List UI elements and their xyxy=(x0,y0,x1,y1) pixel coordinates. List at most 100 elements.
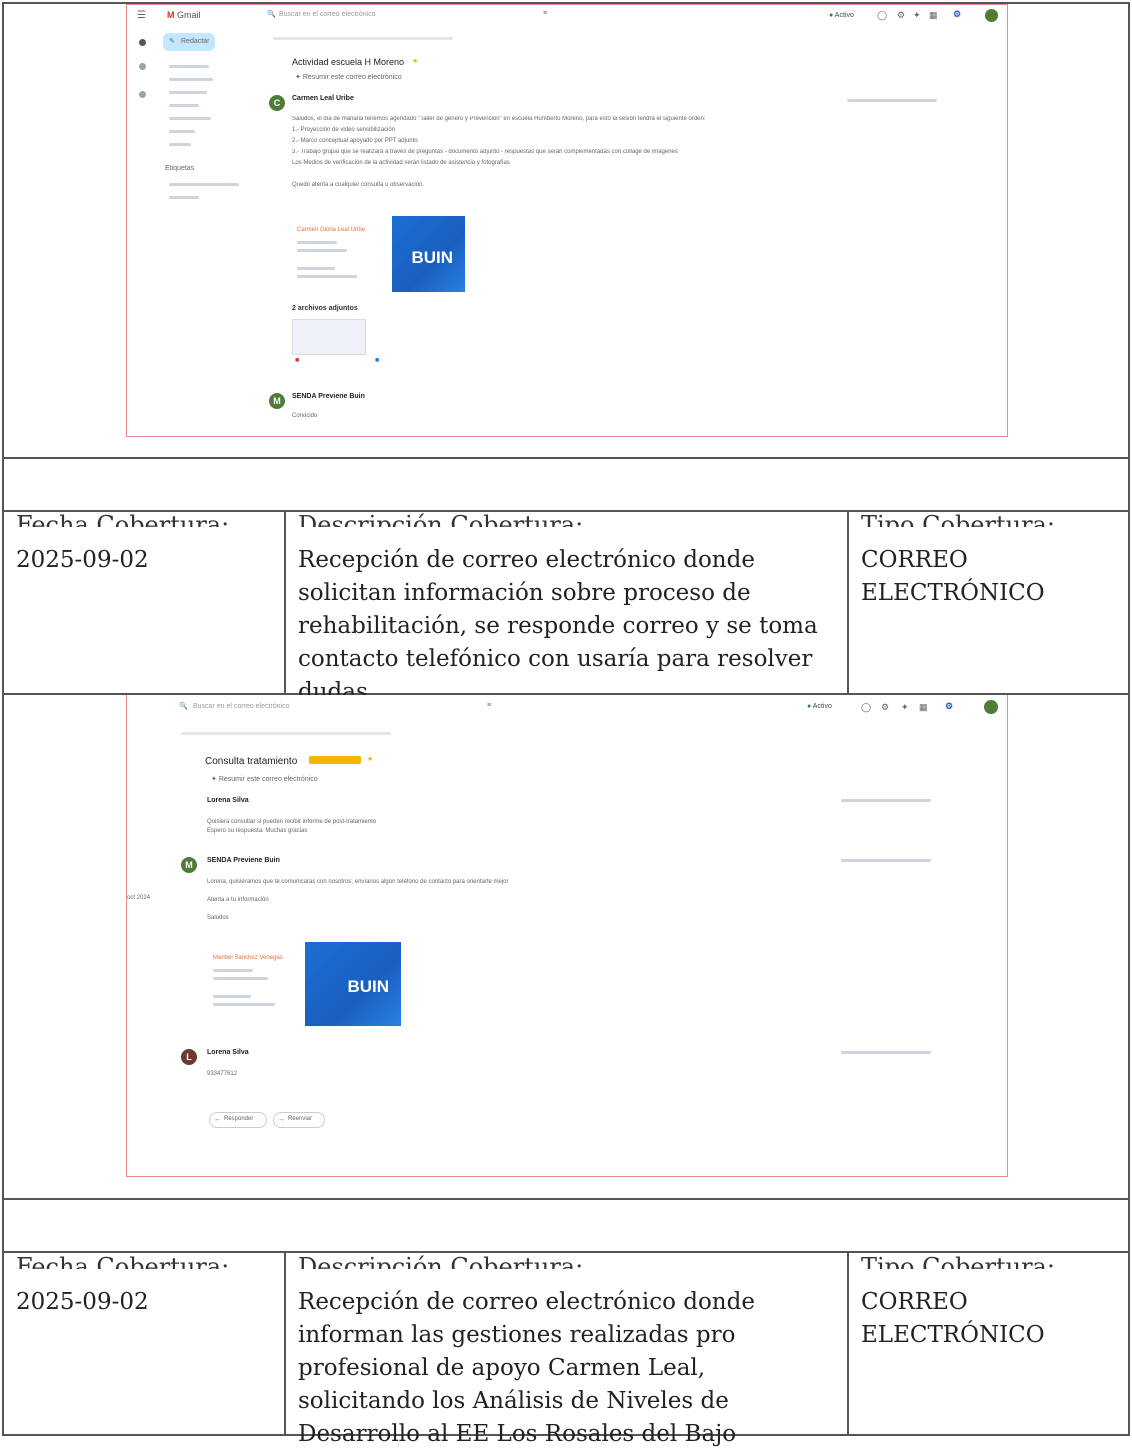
sidebar-item[interactable] xyxy=(169,78,213,81)
filter-icon[interactable]: ≡ xyxy=(543,10,547,17)
descripcion-label: Descripción Cobertura: xyxy=(298,513,584,527)
email-body-line: 1.- Proyección de video sensibilización xyxy=(292,127,396,133)
mail-rail-icon[interactable] xyxy=(139,39,146,46)
apps-icon[interactable]: ▦ xyxy=(919,702,928,713)
signature-name: Carmen Gloria Leal Uribe xyxy=(297,227,366,233)
gmail-logo: M Gmail xyxy=(167,10,201,20)
email-body-line: Espero su respuesta. Muchas gracias xyxy=(207,828,308,834)
meet-rail-icon[interactable] xyxy=(139,91,146,98)
search-input[interactable]: Buscar en el correo electrónico xyxy=(279,11,539,18)
message-date xyxy=(847,99,937,102)
sparkle-icon[interactable]: ✦ xyxy=(901,702,909,713)
buin-logo: BUIN xyxy=(305,942,401,1026)
sidebar-item[interactable] xyxy=(169,104,199,107)
reply-button[interactable]: ← Responder xyxy=(209,1112,267,1128)
sender-avatar: C xyxy=(269,95,285,111)
email-body-line: Saludos, el día de mañana tenemos agenda… xyxy=(292,116,706,122)
email-body-line: Lorena, quisiéramos que te comunicaras c… xyxy=(207,879,509,885)
sender-name: Carmen Leal Uribe xyxy=(292,95,354,102)
document-page: ☰ M Gmail 🔍 Buscar en el correo electrón… xyxy=(0,0,1132,1447)
settings-icon[interactable]: ⚙ xyxy=(881,702,889,713)
apps-icon[interactable]: ▦ xyxy=(929,10,938,21)
sender-avatar: M xyxy=(269,393,285,409)
reply-label: Responder xyxy=(224,1116,254,1122)
labels-heading: Etiquetas xyxy=(165,165,195,172)
table-col-divider xyxy=(284,1251,286,1434)
table-border-right xyxy=(1128,2,1130,1435)
fecha-value: 2025-09-02 xyxy=(16,1289,149,1315)
star-icon[interactable]: ★ xyxy=(367,755,373,763)
email-subject: Consulta tratamiento xyxy=(205,756,298,767)
message-date xyxy=(841,799,931,802)
status-active[interactable]: ● Activo xyxy=(807,703,832,710)
sidebar-item[interactable] xyxy=(169,91,207,94)
email-screenshot-1: ☰ M Gmail 🔍 Buscar en el correo electrón… xyxy=(126,4,1008,437)
email-screenshot-2: 🔍 Buscar en el correo electrónico ≡ ● Ac… xyxy=(126,695,1008,1177)
label-chip[interactable] xyxy=(309,756,361,764)
email-body-line: Atenta a tu información xyxy=(207,897,269,903)
compose-button[interactable]: ✎ Redactar xyxy=(163,33,215,51)
signature-name: Maribel Sanchez Venegas xyxy=(213,955,283,961)
table-col-divider xyxy=(847,1251,849,1434)
fecha-label: Fecha Cobertura: xyxy=(16,513,230,527)
email-signature: Maribel Sanchez Venegas xyxy=(207,943,297,1023)
table-line xyxy=(2,457,1130,459)
filter-icon[interactable]: ≡ xyxy=(487,702,491,709)
table-col-divider xyxy=(284,510,286,693)
email-body-line: 933477612 xyxy=(207,1071,238,1077)
reply-icon: ← xyxy=(214,1116,221,1123)
tipo-value: CORREO ELECTRÓNICO xyxy=(861,1289,1045,1348)
menu-icon: ☰ xyxy=(137,10,146,21)
sender-avatar: M xyxy=(181,857,197,873)
star-icon[interactable]: ★ xyxy=(412,57,418,65)
descripcion-value: Recepción de correo electrónico donde in… xyxy=(298,1289,755,1447)
attachments-label: 2 archivos adjuntos xyxy=(292,305,358,312)
org-logo: ⚙ xyxy=(945,701,954,711)
tipo-label: Tipo Cobertura: xyxy=(861,1255,1055,1269)
message-toolbar[interactable] xyxy=(273,37,453,40)
email-body-line: 2.- Marco conceptual apoyado por PPT adj… xyxy=(292,138,418,144)
tipo-value: CORREO ELECTRÓNICO xyxy=(861,547,1045,606)
help-icon[interactable]: ◯ xyxy=(861,702,871,713)
help-icon[interactable]: ◯ xyxy=(877,10,887,21)
label-item[interactable] xyxy=(169,183,239,186)
table-border-left xyxy=(2,2,4,1435)
tipo-label: Tipo Cobertura: xyxy=(861,513,1055,527)
message-date xyxy=(841,1051,931,1054)
message-toolbar[interactable] xyxy=(181,732,391,735)
email-body-line: Los Medios de verificación de la activid… xyxy=(292,160,510,166)
sidebar-item[interactable] xyxy=(169,130,195,133)
status-active[interactable]: ● Activo xyxy=(829,12,854,19)
search-input[interactable]: Buscar en el correo electrónico xyxy=(193,703,290,710)
pdf-icon: ■ xyxy=(295,357,300,364)
email-body-line: 3.- Trabajo grupal que se realizará a tr… xyxy=(292,149,678,155)
label-item[interactable] xyxy=(169,196,199,199)
email-body-line: Conocido xyxy=(292,413,318,419)
sparkle-icon[interactable]: ✦ xyxy=(913,10,921,21)
table-line xyxy=(2,1251,1130,1253)
attachment-thumbnail[interactable] xyxy=(292,319,366,355)
email-signature: Carmen Gloria Leal Uribe xyxy=(292,217,382,293)
doc-icon: ■ xyxy=(375,357,380,364)
summary-chip[interactable]: ✦ Resumir este correo electrónico xyxy=(295,73,402,81)
sidebar-item[interactable] xyxy=(169,65,209,68)
fecha-value: 2025-09-02 xyxy=(16,547,149,573)
forward-icon: → xyxy=(278,1116,285,1123)
sender-name: SENDA Previene Buin xyxy=(207,857,280,864)
sender-name: SENDA Previene Buin xyxy=(292,393,365,400)
email-body-line: Quedo atenta a cualquier consulta u obse… xyxy=(292,182,425,188)
buin-logo: BUIN xyxy=(392,216,465,292)
account-avatar[interactable] xyxy=(984,700,998,714)
sidebar-item[interactable] xyxy=(169,143,191,146)
forward-label: Reenviar xyxy=(288,1116,313,1122)
descripcion-label: Descripción Cobertura: xyxy=(298,1255,584,1269)
chat-rail-icon[interactable] xyxy=(139,63,146,70)
account-avatar[interactable] xyxy=(985,9,998,22)
forward-button[interactable]: → Reenviar xyxy=(273,1112,325,1128)
email-body-line: Quisiera consultar si pueden recibir inf… xyxy=(207,819,377,825)
sender-name: Lorena Silva xyxy=(207,1049,249,1056)
summary-chip[interactable]: ✦ Resumir este correo electrónico xyxy=(211,775,318,783)
settings-icon[interactable]: ⚙ xyxy=(897,10,905,21)
sender-avatar: L xyxy=(181,1049,197,1065)
sidebar-item[interactable] xyxy=(169,117,211,120)
